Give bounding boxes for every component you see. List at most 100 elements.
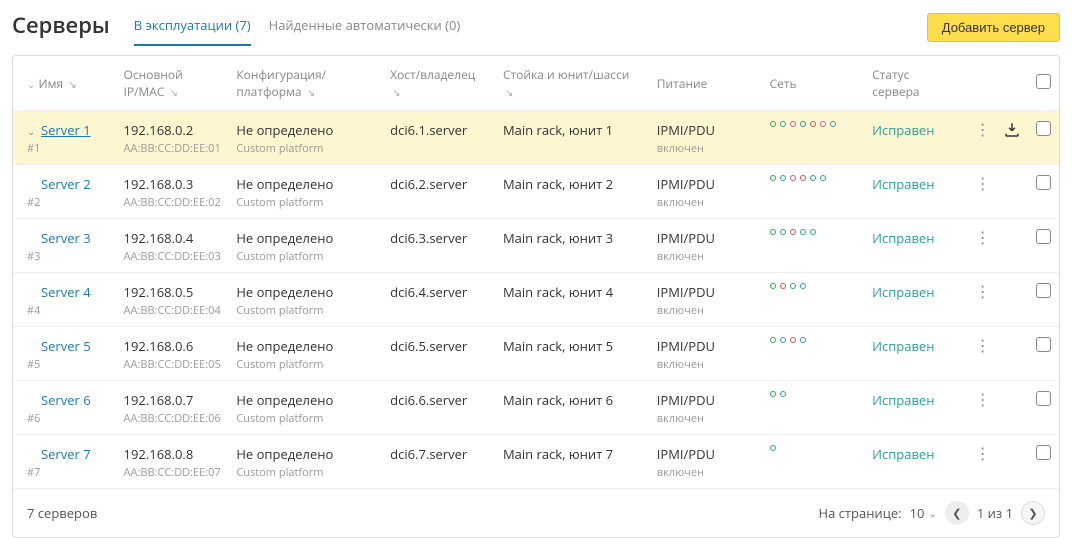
server-id: #3 [27,249,108,264]
server-name-link[interactable]: Server 1 [41,121,91,139]
row-actions-menu[interactable]: ⋮ [967,165,996,219]
col-rack[interactable]: Стойка и юнит/шасси ↘ [495,56,649,111]
row-actions-menu[interactable]: ⋮ [967,273,996,327]
server-config: Не определено [236,445,333,463]
server-power-state: включен [657,249,754,264]
server-host: dci6.2.server [390,175,467,193]
net-indicator-dot [770,283,776,289]
server-host: dci6.7.server [390,445,467,463]
tab-active[interactable]: В эксплуатации (7) [134,8,251,46]
col-ip[interactable]: Основной IP/MAC ↘ [116,56,229,111]
next-page-button[interactable]: ❯ [1021,501,1045,525]
net-indicator-dot [770,121,776,127]
row-checkbox[interactable] [1036,121,1051,136]
download-icon[interactable] [995,273,1028,327]
server-power-state: включен [657,303,754,318]
select-all-checkbox[interactable] [1036,74,1051,89]
add-server-button[interactable]: Добавить сервер [927,13,1060,42]
table-row[interactable]: Server 6#6192.168.0.7AA:BB:CC:DD:EE:06Не… [13,381,1059,435]
server-power-state: включен [657,195,754,210]
server-name-link[interactable]: Server 3 [41,229,91,247]
server-config: Не определено [236,175,333,193]
net-indicator-dot [800,229,806,235]
net-indicator-dot [780,283,786,289]
server-power: IPMI/PDU [657,229,715,247]
server-status: Исправен [872,391,934,409]
server-name-link[interactable]: Server 2 [41,175,91,193]
server-mac: AA:BB:CC:DD:EE:01 [124,141,221,156]
net-indicator-dot [800,175,806,181]
server-status: Исправен [872,175,934,193]
row-checkbox[interactable] [1036,445,1051,460]
tab-auto-found[interactable]: Найденные автоматически (0) [269,8,461,46]
row-checkbox[interactable] [1036,391,1051,406]
download-icon[interactable] [995,111,1028,165]
net-indicator-dot [820,121,826,127]
row-actions-menu[interactable]: ⋮ [967,381,996,435]
row-actions-menu[interactable]: ⋮ [967,111,996,165]
net-indicator-dot [780,337,786,343]
server-id: #6 [27,411,108,426]
expand-chevron-icon[interactable]: ⌄ [27,124,37,138]
server-power-state: включен [657,411,754,426]
server-status: Исправен [872,445,934,463]
network-dots [770,337,857,343]
server-mac: AA:BB:CC:DD:EE:03 [124,249,221,264]
row-count: 7 серверов [27,504,97,522]
col-conf[interactable]: Конфигурация/платформа ↘ [228,56,382,111]
download-icon[interactable] [995,435,1028,489]
row-checkbox[interactable] [1036,229,1051,244]
row-checkbox[interactable] [1036,175,1051,190]
server-ip: 192.168.0.2 [124,121,194,139]
net-indicator-dot [810,175,816,181]
row-actions-menu[interactable]: ⋮ [967,219,996,273]
prev-page-button[interactable]: ❮ [945,501,969,525]
server-ip: 192.168.0.3 [124,175,194,193]
table-row[interactable]: ⌄Server 1#1192.168.0.2AA:BB:CC:DD:EE:01Н… [13,111,1059,165]
server-power-state: включен [657,357,754,372]
row-checkbox[interactable] [1036,337,1051,352]
net-indicator-dot [790,175,796,181]
net-indicator-dot [780,229,786,235]
server-status: Исправен [872,121,934,139]
per-page-label: На странице: [819,504,902,522]
net-indicator-dot [790,283,796,289]
net-indicator-dot [800,337,806,343]
network-dots [770,283,857,289]
net-indicator-dot [770,175,776,181]
server-power: IPMI/PDU [657,337,715,355]
servers-table: ⌄ Имя ↘ Основной IP/MAC ↘ Конфигурация/п… [12,55,1060,538]
table-row[interactable]: Server 7#7192.168.0.8AA:BB:CC:DD:EE:07Не… [13,435,1059,489]
row-actions-menu[interactable]: ⋮ [967,435,996,489]
net-indicator-dot [770,391,776,397]
server-name-link[interactable]: Server 7 [41,445,91,463]
download-icon[interactable] [995,165,1028,219]
server-name-link[interactable]: Server 5 [41,337,91,355]
download-icon[interactable] [995,219,1028,273]
server-platform: Custom platform [236,357,374,372]
server-host: dci6.3.server [390,229,467,247]
table-row[interactable]: Server 3#3192.168.0.4AA:BB:CC:DD:EE:03Не… [13,219,1059,273]
col-name[interactable]: ⌄ Имя ↘ [13,56,116,111]
net-indicator-dot [790,121,796,127]
server-config: Не определено [236,391,333,409]
col-power[interactable]: Питание [649,56,762,111]
table-row[interactable]: Server 4#4192.168.0.5AA:BB:CC:DD:EE:04Не… [13,273,1059,327]
table-row[interactable]: Server 5#5192.168.0.6AA:BB:CC:DD:EE:05Не… [13,327,1059,381]
server-name-link[interactable]: Server 4 [41,283,91,301]
server-rack: Main rack, юнит 4 [503,283,613,301]
row-actions-menu[interactable]: ⋮ [967,327,996,381]
server-power: IPMI/PDU [657,391,715,409]
table-row[interactable]: Server 2#2192.168.0.3AA:BB:CC:DD:EE:02Не… [13,165,1059,219]
server-ip: 192.168.0.6 [124,337,194,355]
server-ip: 192.168.0.5 [124,283,194,301]
row-checkbox[interactable] [1036,283,1051,298]
download-icon[interactable] [995,327,1028,381]
download-icon[interactable] [995,381,1028,435]
server-id: #5 [27,357,108,372]
server-name-link[interactable]: Server 6 [41,391,91,409]
col-net[interactable]: Сеть [762,56,865,111]
page-size-select[interactable]: 10 ⌄ [910,504,937,522]
col-status[interactable]: Статус сервера [864,56,967,111]
col-host[interactable]: Хост/владелец ↘ [382,56,495,111]
